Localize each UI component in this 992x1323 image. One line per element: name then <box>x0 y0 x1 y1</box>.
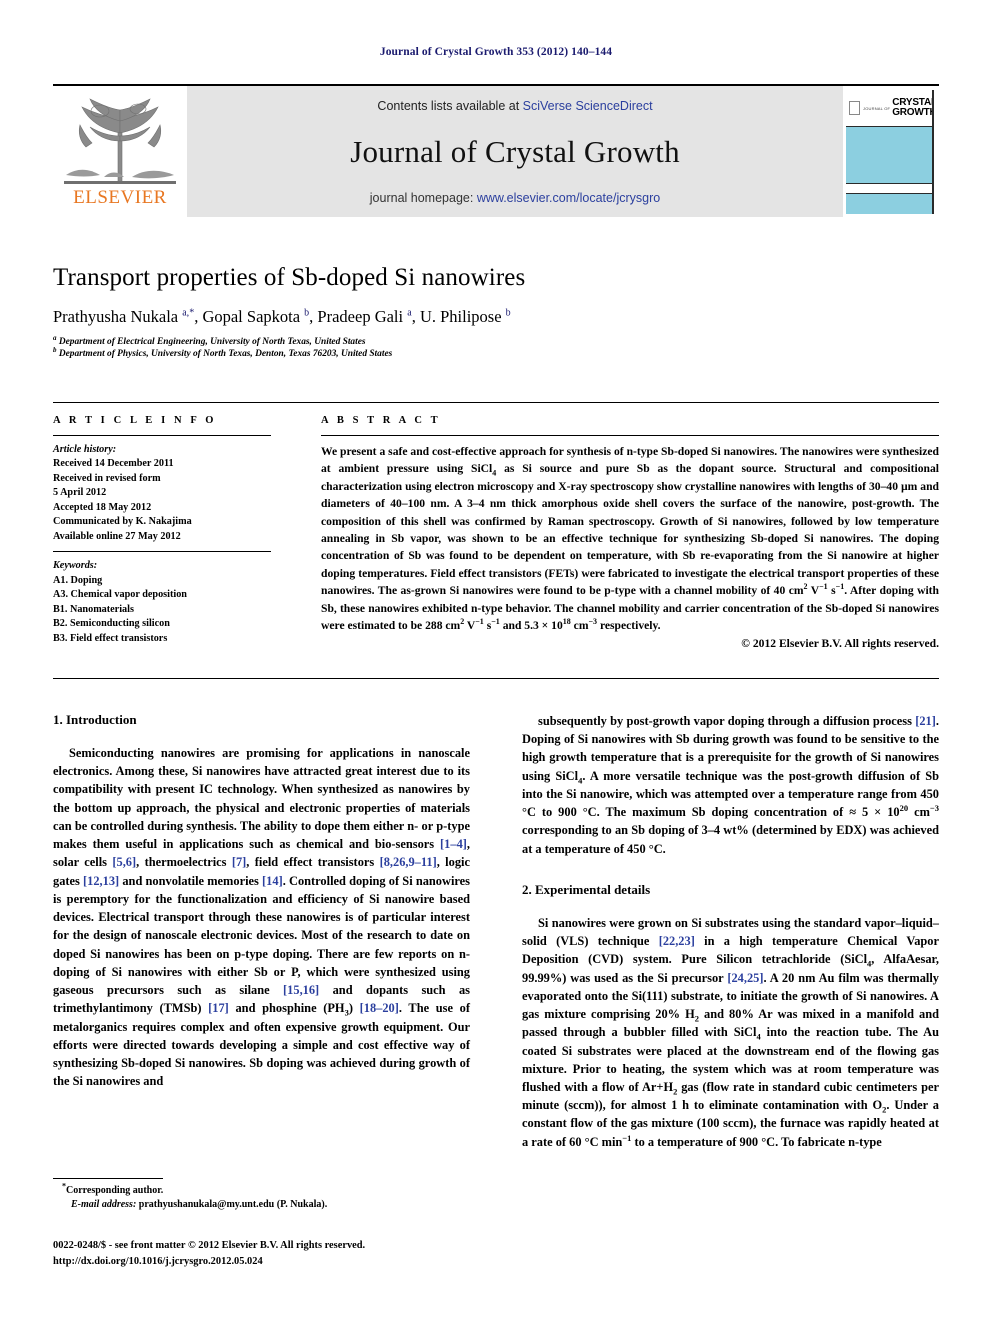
elsevier-tree-icon <box>64 98 176 184</box>
article-history-item: 5 April 2012 <box>53 487 107 499</box>
article-info-column: A R T I C L E I N F O Article history: R… <box>53 415 271 650</box>
footnote-rule <box>53 1178 163 1179</box>
article-history-block: Article history: Received 14 December 20… <box>53 443 271 544</box>
cover-band-secondary <box>846 193 932 214</box>
affiliation-b-text: Department of Physics, University of Nor… <box>58 349 393 360</box>
author-list: Prathyusha Nukala a,*, Gopal Sapkota b, … <box>53 306 511 326</box>
page-title: Transport properties of Sb-doped Si nano… <box>53 264 526 291</box>
corresponding-author-text: Corresponding author. <box>66 1185 164 1196</box>
article-info-rule <box>53 435 271 436</box>
abstract-rule <box>321 435 939 436</box>
elsevier-wordmark: ELSEVIER <box>73 187 167 208</box>
cover-band-primary <box>846 126 932 184</box>
homepage-prefix: journal homepage: <box>369 191 477 205</box>
cover-band-gap <box>846 184 932 193</box>
keywords-rule <box>53 551 271 553</box>
doi-line[interactable]: http://dx.doi.org/10.1016/j.jcrysgro.201… <box>53 1254 513 1270</box>
keyword-item: B3. Field effect transistors <box>53 632 168 644</box>
issn-front-matter-line: 0022-0248/$ - see front matter © 2012 El… <box>53 1240 366 1251</box>
affiliation-a-text: Department of Electrical Engineering, Un… <box>58 336 366 347</box>
keyword-item: B1. Nanomaterials <box>53 603 134 615</box>
contents-prefix: Contents lists available at <box>377 99 523 113</box>
cover-emblem-icon <box>849 101 860 115</box>
cover-journal-of-label: JOURNAL OF <box>863 105 891 111</box>
title-block: Transport properties of Sb-doped Si nano… <box>53 264 939 361</box>
abstract-text: We present a safe and cost-effective app… <box>321 445 939 632</box>
cover-title-line2: GROWTH <box>892 107 934 118</box>
corresponding-author-note: *Corresponding author. <box>53 1182 470 1198</box>
article-history-item: Received 14 December 2011 <box>53 458 174 470</box>
article-history-item: Available online 27 May 2012 <box>53 530 181 542</box>
section-heading-introduction: 1. Introduction <box>53 712 137 727</box>
abstract-bottom-divider <box>53 678 939 679</box>
info-abstract-region: A R T I C L E I N F O Article history: R… <box>53 402 939 650</box>
journal-cover-thumbnail: JOURNAL OF CRYSTAL GROWTH <box>843 86 939 217</box>
sciencedirect-link[interactable]: SciVerse ScienceDirect <box>523 99 653 113</box>
email-note: E-mail address: prathyushanukala@my.unt.… <box>53 1198 470 1212</box>
keywords-label: Keywords: <box>53 560 98 572</box>
article-history-item: Communicated by K. Nakajima <box>53 516 192 528</box>
body-column-left: 1. Introduction Semiconducting nanowires… <box>53 712 470 1151</box>
introduction-paragraph-continued: subsequently by post-growth vapor doping… <box>522 714 939 856</box>
journal-masthead: ELSEVIER Contents lists available at Sci… <box>53 84 939 217</box>
paper-page: Journal of Crystal Growth 353 (2012) 140… <box>0 0 992 1323</box>
experimental-paragraph: Si nanowires were grown on Si substrates… <box>522 915 940 1149</box>
contents-available-line: Contents lists available at SciVerse Sci… <box>377 99 652 113</box>
journal-title: Journal of Crystal Growth <box>350 134 680 169</box>
abstract-heading: A B S T R A C T <box>321 415 441 426</box>
cover-title: CRYSTAL GROWTH <box>892 98 934 118</box>
affiliation-b: b Department of Physics, University of N… <box>53 346 393 360</box>
keyword-item: B2. Semiconducting silicon <box>53 618 170 630</box>
article-history-label: Article history: <box>53 444 117 455</box>
body-columns: 1. Introduction Semiconducting nanowires… <box>53 712 939 1151</box>
running-head: Journal of Crystal Growth 353 (2012) 140… <box>379 46 613 58</box>
introduction-paragraph: Semiconducting nanowires are promising f… <box>53 746 470 1089</box>
article-history-item: Accepted 18 May 2012 <box>53 501 152 513</box>
keyword-item: A3. Chemical vapor deposition <box>53 589 187 601</box>
imprint-block: 0022-0248/$ - see front matter © 2012 El… <box>53 1238 513 1269</box>
affiliations: a Department of Electrical Engineering, … <box>53 333 939 361</box>
footnote-block: *Corresponding author. E-mail address: p… <box>53 1178 470 1212</box>
article-history-item: Received in revised form <box>53 472 161 484</box>
affiliation-a: a Department of Electrical Engineering, … <box>53 333 366 347</box>
journal-homepage-link[interactable]: www.elsevier.com/locate/jcrysgro <box>477 191 660 205</box>
journal-homepage-line: journal homepage: www.elsevier.com/locat… <box>370 191 660 205</box>
body-column-right: subsequently by post-growth vapor doping… <box>522 712 939 1151</box>
abstract-copyright: © 2012 Elsevier B.V. All rights reserved… <box>741 637 939 651</box>
elsevier-logo: ELSEVIER <box>53 86 187 217</box>
keyword-item: A1. Doping <box>53 574 103 586</box>
abstract-column: A B S T R A C T We present a safe and co… <box>321 415 939 650</box>
email-label: E-mail address: <box>71 1199 137 1210</box>
article-info-heading: A R T I C L E I N F O <box>53 415 217 426</box>
section-heading-experimental: 2. Experimental details <box>522 881 651 897</box>
keywords-block: Keywords: A1. Doping A3. Chemical vapor … <box>53 559 271 646</box>
masthead-center: Contents lists available at SciVerse Sci… <box>187 86 843 217</box>
email-address[interactable]: prathyushanukala@my.unt.edu (P. Nukala). <box>139 1199 327 1210</box>
